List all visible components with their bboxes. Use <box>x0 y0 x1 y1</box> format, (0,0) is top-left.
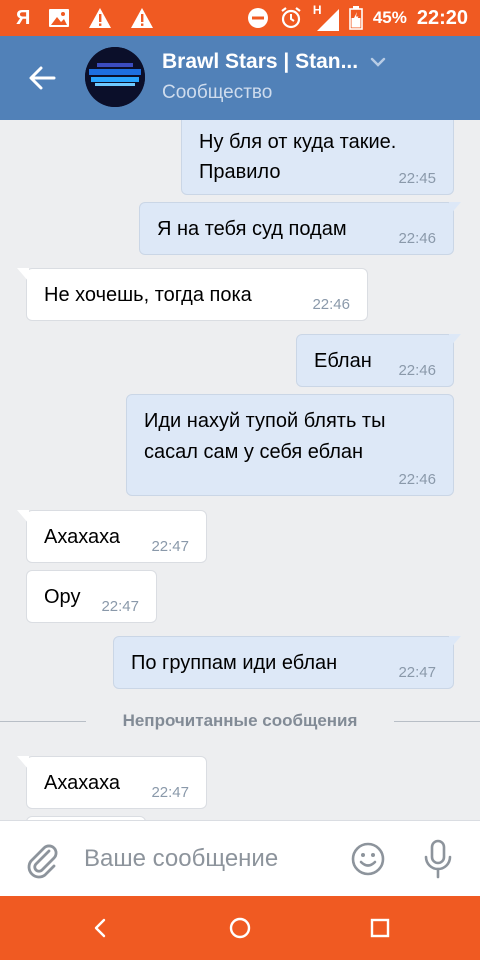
do-not-disturb-icon <box>247 8 268 28</box>
emoji-button[interactable] <box>350 841 386 877</box>
microphone-icon <box>424 839 452 879</box>
message-time: 22:46 <box>312 296 350 313</box>
message-text: Ну бля от куда такие. <box>199 131 397 153</box>
message-time: 22:47 <box>151 784 189 801</box>
message-bubble-outgoing[interactable]: По группам иди еблан 22:47 <box>113 636 461 689</box>
battery-icon <box>349 6 363 30</box>
message-text: Ахахаха <box>44 526 121 548</box>
message-bubble-outgoing[interactable]: Ну бля от куда такие. Правило 22:45 <box>181 120 454 195</box>
bubble-tail <box>449 202 461 216</box>
bubble-tail <box>449 636 461 650</box>
message-list[interactable]: Ну бля от куда такие. Правило 22:45 Я на… <box>0 120 480 820</box>
community-logo-icon <box>85 47 145 107</box>
message-text: Иди нахуй тупой блять ты <box>144 410 386 432</box>
bubble-tail <box>17 510 29 524</box>
message-time: 22:47 <box>101 598 139 615</box>
divider-line <box>394 721 480 722</box>
battery-percent: 45% <box>372 8 407 27</box>
message-time: 22:47 <box>398 664 436 681</box>
chat-subtitle: Сообщество <box>162 82 273 103</box>
community-avatar[interactable] <box>85 47 145 107</box>
message-time: 22:45 <box>398 170 436 187</box>
composer-bar <box>0 820 480 896</box>
unread-divider: Непрочитанные сообщения <box>0 707 480 737</box>
message-bubble-incoming[interactable]: Ахахаха 22:47 <box>17 756 207 809</box>
message-bubble-incoming[interactable]: Ору 22:47 <box>26 570 157 623</box>
status-time: 22:20 <box>416 6 468 29</box>
warning-icon <box>131 8 154 28</box>
warning-icon <box>89 8 112 28</box>
smiley-icon <box>351 842 385 876</box>
status-bar: Я H 45% 22:20 <box>0 0 480 36</box>
message-text: Ору <box>44 586 81 608</box>
voice-record-button[interactable] <box>420 839 456 879</box>
gallery-icon <box>49 9 70 27</box>
message-text: Еблан <box>314 350 372 372</box>
message-bubble-incoming[interactable]: Не хочешь, тогда пока 22:46 <box>17 268 368 321</box>
nav-recent-apps-icon[interactable] <box>366 914 394 942</box>
message-text: По группам иди еблан <box>131 652 338 674</box>
message-bubble-outgoing[interactable]: Еблан 22:46 <box>296 334 461 387</box>
message-text: Не хочешь, тогда пока <box>44 284 252 306</box>
message-time: 22:46 <box>398 230 436 247</box>
chat-title[interactable]: Brawl Stars | Stan... <box>162 50 358 74</box>
bubble-tail <box>449 334 461 348</box>
signal-icon: H <box>313 3 339 31</box>
message-time: 22:46 <box>398 471 436 488</box>
attach-button[interactable] <box>22 839 62 879</box>
system-nav-bar <box>0 896 480 960</box>
message-time: 22:46 <box>398 362 436 379</box>
message-bubble-incoming[interactable]: Ахахаха 22:47 <box>17 510 207 563</box>
yandex-app-icon: Я <box>16 7 31 29</box>
message-time: 22:47 <box>151 538 189 555</box>
paperclip-icon <box>27 844 58 879</box>
message-bubble-outgoing[interactable]: Иди нахуй тупой блять ты сасал сам у себ… <box>126 394 454 496</box>
back-button[interactable] <box>20 58 64 98</box>
message-text: Я на тебя суд подам <box>157 218 347 240</box>
nav-home-icon[interactable] <box>226 914 254 942</box>
message-text: сасал сам у себя еблан <box>144 441 364 463</box>
nav-back-icon[interactable] <box>86 914 114 942</box>
message-text: Правило <box>199 161 281 183</box>
alarm-icon <box>281 7 301 29</box>
bubble-tail <box>17 268 29 282</box>
arrow-left-icon <box>29 66 56 90</box>
bubble-tail <box>17 756 29 770</box>
message-text: Ахахаха <box>44 772 121 794</box>
message-input[interactable] <box>84 839 334 879</box>
message-bubble-outgoing[interactable]: Я на тебя суд подам 22:46 <box>139 202 461 255</box>
chevron-down-icon[interactable] <box>370 57 386 67</box>
chat-header: Brawl Stars | Stan... Сообщество <box>0 36 480 120</box>
